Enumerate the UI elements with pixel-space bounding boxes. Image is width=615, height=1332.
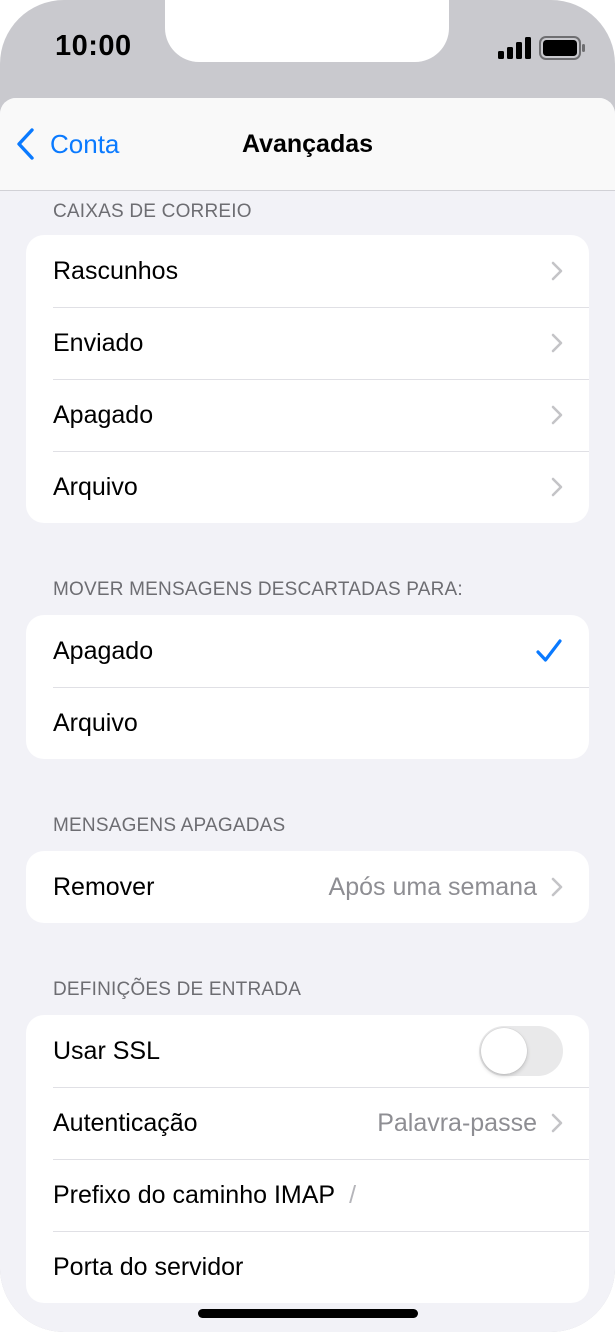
row-label: Arquivo bbox=[53, 472, 138, 501]
server-port-row[interactable]: Porta do servidor bbox=[26, 1231, 589, 1303]
mailboxes-group: Rascunhos Enviado Apagado Arquivo bbox=[26, 235, 589, 523]
section-header-mailboxes: CAIXAS DE CORREIO bbox=[53, 201, 252, 222]
authentication-value: Palavra-passe bbox=[377, 1108, 537, 1137]
chevron-right-icon bbox=[551, 477, 563, 497]
section-header-move-discarded: MOVER MENSAGENS DESCARTADAS PARA: bbox=[53, 579, 463, 600]
chevron-right-icon bbox=[551, 1113, 563, 1133]
cellular-signal-icon bbox=[498, 37, 531, 59]
chevron-right-icon bbox=[551, 405, 563, 425]
chevron-right-icon bbox=[551, 877, 563, 897]
chevron-right-icon bbox=[551, 261, 563, 281]
row-label: Enviado bbox=[53, 328, 144, 357]
section-header-incoming-settings: DEFINIÇÕES DE ENTRADA bbox=[53, 979, 302, 1000]
battery-full-icon bbox=[539, 36, 585, 60]
row-label: Rascunhos bbox=[53, 256, 179, 285]
incoming-settings-group: Usar SSL Autenticação Palavra-passe Pref… bbox=[26, 1015, 589, 1303]
imap-prefix-input[interactable]: / bbox=[349, 1181, 356, 1210]
remove-row[interactable]: Remover Após uma semana bbox=[26, 851, 589, 923]
move-option-deleted[interactable]: Apagado bbox=[26, 615, 589, 687]
home-indicator[interactable] bbox=[198, 1309, 418, 1318]
mailbox-row-drafts[interactable]: Rascunhos bbox=[26, 235, 589, 307]
navigation-bar: Conta Avançadas bbox=[0, 98, 615, 191]
row-label: Apagado bbox=[53, 636, 154, 665]
status-time: 10:00 bbox=[55, 30, 132, 62]
row-label: Remover bbox=[53, 872, 155, 901]
notch bbox=[165, 0, 449, 62]
phone-frame: 10:00 Conta Avançadas CAIXAS DE CORREIO … bbox=[0, 0, 615, 1332]
remove-value: Após uma semana bbox=[328, 872, 537, 901]
settings-screen: Conta Avançadas CAIXAS DE CORREIO Rascun… bbox=[0, 98, 615, 1332]
move-option-archive[interactable]: Arquivo bbox=[26, 687, 589, 759]
mailbox-row-sent[interactable]: Enviado bbox=[26, 307, 589, 379]
row-label: Autenticação bbox=[53, 1108, 198, 1137]
checkmark-icon bbox=[536, 639, 562, 662]
status-bar: 10:00 bbox=[0, 0, 615, 100]
toggle-knob bbox=[481, 1028, 527, 1074]
move-discarded-group: Apagado Arquivo bbox=[26, 615, 589, 759]
deleted-messages-group: Remover Após uma semana bbox=[26, 851, 589, 923]
row-label: Apagado bbox=[53, 400, 154, 429]
ssl-toggle[interactable] bbox=[479, 1026, 563, 1076]
authentication-row[interactable]: Autenticação Palavra-passe bbox=[26, 1087, 589, 1159]
row-label: Arquivo bbox=[53, 708, 138, 737]
row-label: Prefixo do caminho IMAP bbox=[53, 1180, 336, 1209]
page-title: Avançadas bbox=[241, 130, 374, 158]
section-header-deleted-messages: MENSAGENS APAGADAS bbox=[53, 815, 286, 836]
mailbox-row-archive[interactable]: Arquivo bbox=[26, 451, 589, 523]
imap-prefix-row[interactable]: Prefixo do caminho IMAP / bbox=[26, 1159, 589, 1231]
chevron-right-icon bbox=[551, 333, 563, 353]
row-label: Porta do servidor bbox=[53, 1252, 244, 1281]
mailbox-row-deleted[interactable]: Apagado bbox=[26, 379, 589, 451]
row-label: Usar SSL bbox=[53, 1036, 160, 1065]
ssl-row: Usar SSL bbox=[26, 1015, 589, 1087]
